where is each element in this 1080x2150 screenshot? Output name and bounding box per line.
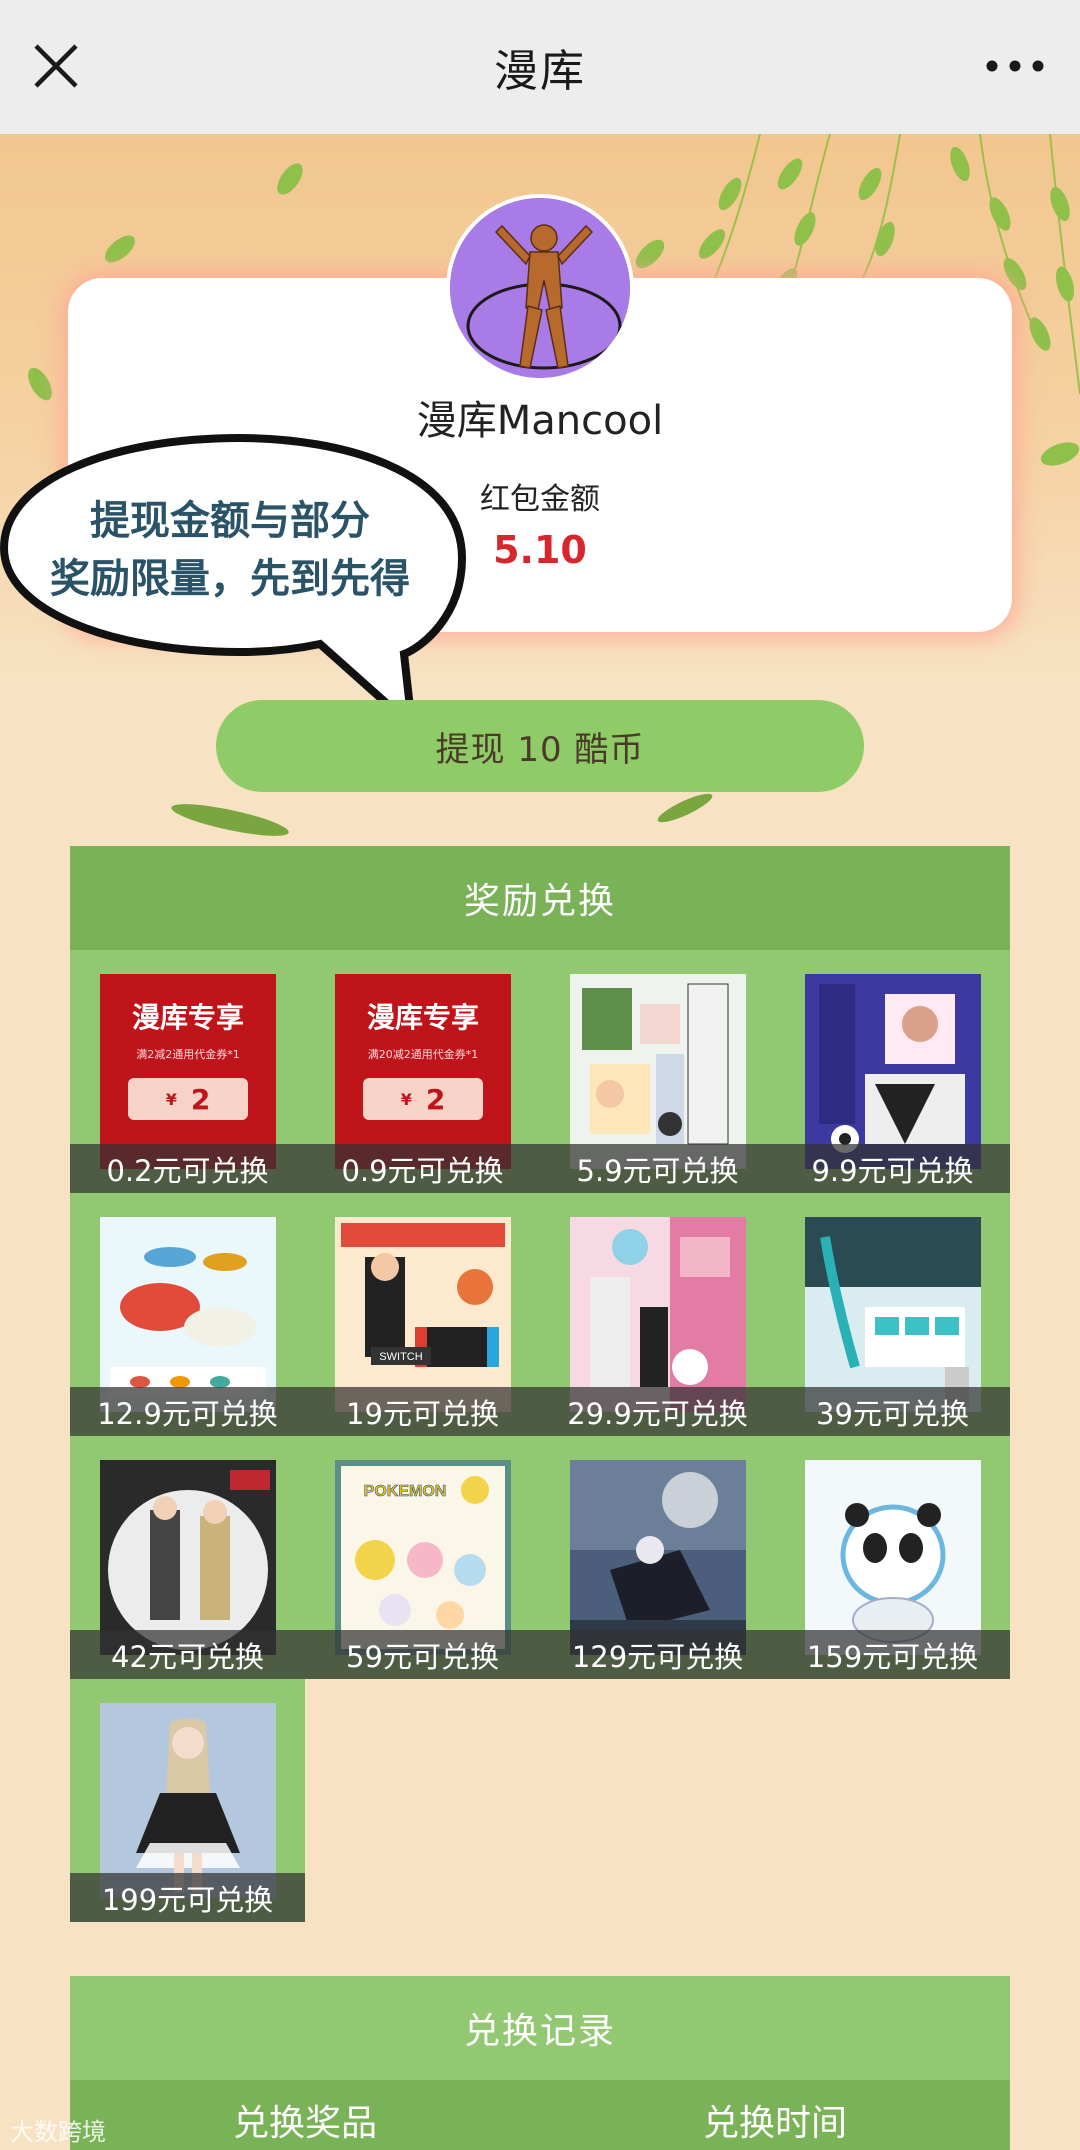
coupon-ticket: ¥2 xyxy=(128,1078,248,1120)
reward-image xyxy=(100,1217,276,1412)
reward-tile[interactable]: 漫库专享满20减2通用代金券*1 ¥2 0.9元可兑换 xyxy=(305,950,540,1193)
reward-image: 漫库专享满2减2通用代金券*1 ¥2 xyxy=(100,974,276,1169)
coupon-ticket: ¥2 xyxy=(363,1078,483,1120)
reward-tile[interactable]: 29.9元可兑换 xyxy=(540,1193,775,1436)
reward-price-caption: 59元可兑换 xyxy=(305,1630,540,1679)
reward-image xyxy=(100,1703,276,1898)
reward-tile[interactable]: 159元可兑换 xyxy=(775,1436,1010,1679)
reward-tile[interactable]: 9.9元可兑换 xyxy=(775,950,1010,1193)
reward-price-caption: 42元可兑换 xyxy=(70,1630,305,1679)
coupon-subtitle: 满20减2通用代金券*1 xyxy=(367,1048,479,1061)
reward-tile[interactable]: 12.9元可兑换 xyxy=(70,1193,305,1436)
reward-price-caption: 199元可兑换 xyxy=(70,1873,305,1922)
withdraw-button[interactable]: 提现 10 酷币 xyxy=(216,700,864,792)
records-col-time: 兑换时间 xyxy=(702,2103,847,2144)
reward-price-caption: 9.9元可兑换 xyxy=(775,1144,1010,1193)
reward-image xyxy=(570,974,746,1169)
reward-image: 漫库专享满20减2通用代金券*1 ¥2 xyxy=(335,974,511,1169)
rewards-grid: 漫库专享 满2减2通用代金券*1 ¥2 0.2元可兑换 漫库专享 满20减2通用代金券*1… xyxy=(70,950,1010,1922)
svg-text:SWITCH: SWITCH xyxy=(379,1351,422,1363)
reward-tile[interactable]: 129元可兑换 xyxy=(540,1436,775,1679)
reward-price-caption: 129元可兑换 xyxy=(540,1630,775,1679)
close-icon[interactable] xyxy=(30,40,82,92)
reward-image xyxy=(805,1460,981,1655)
reward-tile[interactable]: 42元可兑换 xyxy=(70,1436,305,1679)
reward-price-caption: 29.9元可兑换 xyxy=(540,1387,775,1436)
reward-tile[interactable]: SWITCH 19元可兑换 xyxy=(305,1193,540,1436)
reward-image xyxy=(570,1217,746,1412)
more-dots-icon[interactable] xyxy=(980,40,1050,92)
bubble-line-1: 提现金额与部分 xyxy=(90,498,370,544)
avatar-illustration xyxy=(450,198,630,378)
reward-price-caption: 0.2元可兑换 xyxy=(70,1144,305,1193)
records-title: 兑换记录 xyxy=(463,2011,616,2052)
rewards-title: 奖励兑换 xyxy=(70,846,1010,950)
reward-price-caption: 19元可兑换 xyxy=(305,1387,540,1436)
coupon-amount: 2 xyxy=(190,1082,211,1116)
page-title: 漫库 xyxy=(494,46,586,97)
reward-tile[interactable]: 漫库专享满2减2通用代金券*1 ¥2 0.2元可兑换 xyxy=(70,950,305,1193)
reward-price-caption: 39元可兑换 xyxy=(775,1387,1010,1436)
watermark: 大数跨境 xyxy=(10,2118,106,2146)
svg-text:POKEMON: POKEMON xyxy=(364,1483,447,1500)
reward-tile[interactable]: 199元可兑换 xyxy=(70,1679,305,1922)
rewards-section: 奖励兑换 漫库专享 满2减2通用代金券*1 ¥2 0.2元可兑换 漫库专享 满20减2通用… xyxy=(70,846,1010,1922)
reward-price-caption: 0.9元可兑换 xyxy=(305,1144,540,1193)
leaf-decoration xyxy=(171,793,713,836)
coupon-brand: 漫库专享 xyxy=(131,1001,244,1034)
coupon-brand: 漫库专享 xyxy=(366,1001,479,1034)
reward-tile[interactable]: 5.9元可兑换 xyxy=(540,950,775,1193)
records-col-prize: 兑换奖品 xyxy=(232,2103,377,2144)
reward-image xyxy=(805,974,981,1169)
reward-price-caption: 5.9元可兑换 xyxy=(540,1144,775,1193)
speech-bubble-text: 提现金额与部分 奖励限量，先到先得 xyxy=(20,492,440,608)
reward-tile[interactable]: POKEMON 59元可兑换 xyxy=(305,1436,540,1679)
reward-price-caption: 159元可兑换 xyxy=(775,1630,1010,1679)
reward-tile[interactable]: 39元可兑换 xyxy=(775,1193,1010,1436)
reward-image: POKEMON xyxy=(335,1460,511,1655)
bubble-line-2: 奖励限量，先到先得 xyxy=(50,556,410,602)
records-header-row: 兑换奖品 兑换时间 xyxy=(70,2080,1010,2150)
reward-image xyxy=(570,1460,746,1655)
coupon-amount: 2 xyxy=(425,1082,446,1116)
reward-image: SWITCH xyxy=(335,1217,511,1412)
reward-price-caption: 12.9元可兑换 xyxy=(70,1387,305,1436)
coupon-subtitle: 满2减2通用代金券*1 xyxy=(136,1048,240,1061)
reward-image xyxy=(805,1217,981,1412)
avatar[interactable] xyxy=(446,194,634,382)
top-nav-bar: 漫库 xyxy=(0,0,1080,134)
records-section: 兑换记录 兑换奖品 兑换时间 xyxy=(70,1976,1010,2150)
reward-image xyxy=(100,1460,276,1655)
